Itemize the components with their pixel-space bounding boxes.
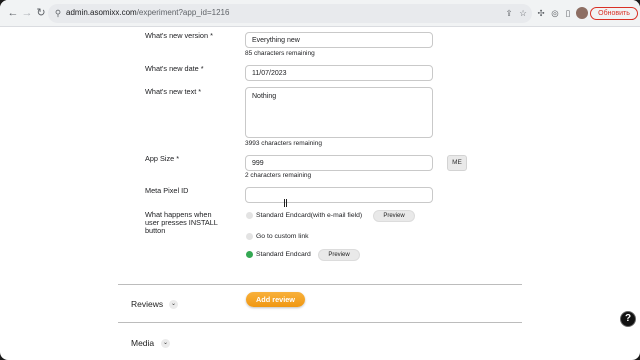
divider — [118, 322, 522, 323]
preview-endcard-email-button[interactable]: Preview — [373, 210, 415, 222]
whats-new-text-hint: 3993 characters remaining — [245, 140, 322, 147]
whats-new-date-input[interactable]: 11/07/2023 — [245, 65, 433, 81]
browser-window: ← → ↻ ⚲ admin.asomixx.com/experiment?app… — [0, 0, 640, 360]
radio-endcard-email[interactable] — [246, 212, 253, 219]
radio-standard-endcard[interactable] — [246, 251, 253, 258]
help-icon[interactable]: ? — [620, 311, 636, 327]
whats-new-version-input[interactable]: Everything new — [245, 32, 433, 48]
install-action-label: What happens when user presses INSTALL b… — [145, 210, 218, 235]
divider — [118, 284, 522, 285]
whats-new-version-label: What's new version * — [145, 31, 213, 40]
whats-new-text-textarea[interactable]: Nothing — [245, 87, 433, 138]
chevron-down-icon[interactable]: ⌄ — [161, 339, 170, 348]
whats-new-date-label: What's new date * — [145, 64, 204, 73]
preview-standard-endcard-button[interactable]: Preview — [318, 249, 360, 261]
app-size-label: App Size * — [145, 154, 180, 163]
radio-custom-link[interactable] — [246, 233, 253, 240]
app-size-hint: 2 characters remaining — [245, 172, 312, 179]
whats-new-version-hint: 85 characters remaining — [245, 50, 315, 57]
app-size-input[interactable]: 999 — [245, 155, 433, 171]
meta-pixel-input[interactable] — [245, 187, 433, 203]
add-review-button[interactable]: Add review — [246, 292, 305, 307]
media-section-title[interactable]: Media — [131, 338, 154, 348]
chevron-down-icon[interactable]: ⌄ — [169, 300, 178, 309]
page-content: What's new version * Everything new 85 c… — [0, 0, 640, 360]
meta-pixel-label: Meta Pixel ID — [145, 186, 189, 195]
reviews-section-title[interactable]: Reviews — [131, 299, 163, 309]
whats-new-text-label: What's new text * — [145, 87, 202, 96]
radio-standard-endcard-label: Standard Endcard — [256, 251, 311, 258]
radio-custom-link-label: Go to custom link — [256, 233, 309, 240]
text-cursor-icon — [284, 199, 287, 207]
radio-endcard-email-label: Standard Endcard(with e-mail field) — [256, 212, 363, 219]
app-size-unit-button[interactable]: ME — [447, 155, 467, 171]
